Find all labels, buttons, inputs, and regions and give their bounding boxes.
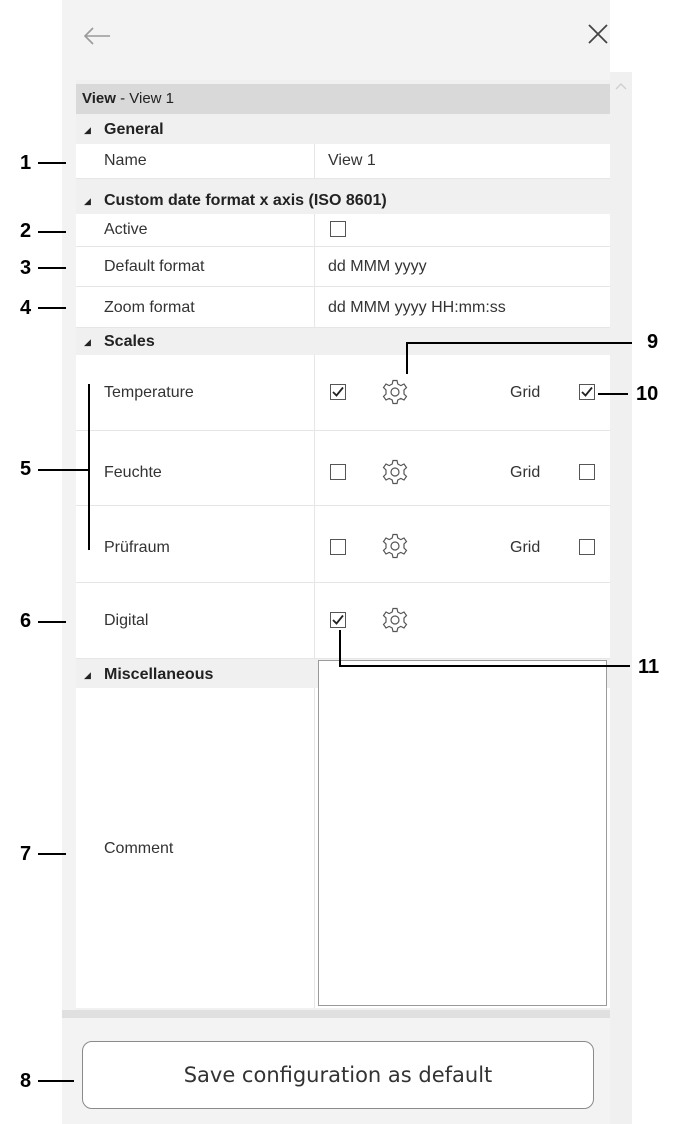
callout-line <box>38 621 66 623</box>
gear-icon[interactable] <box>382 379 408 405</box>
callout-8: 8 <box>20 1070 32 1092</box>
callout-line <box>406 342 632 344</box>
scrollbar[interactable] <box>610 72 632 1124</box>
category-general-label: General <box>104 121 164 139</box>
column-divider <box>314 506 315 582</box>
view-header: View - View 1 <box>76 84 610 114</box>
category-general[interactable]: ◢ General <box>76 118 164 142</box>
grid-checkbox-temperature[interactable] <box>579 384 595 400</box>
name-value[interactable]: View 1 <box>328 152 376 170</box>
column-divider <box>314 247 315 286</box>
scale-checkbox-temperature[interactable] <box>330 384 346 400</box>
callout-bracket <box>88 384 90 550</box>
category-misc[interactable]: ◢ Miscellaneous <box>76 663 213 687</box>
column-divider <box>314 688 315 1008</box>
active-label: Active <box>104 221 148 238</box>
column-divider <box>314 214 315 246</box>
default-format-label: Default format <box>104 258 205 275</box>
scale-label: Feuchte <box>104 464 162 481</box>
callout-line <box>339 630 341 666</box>
callout-line <box>339 665 630 667</box>
comment-label: Comment <box>104 840 174 857</box>
category-misc-label: Miscellaneous <box>104 666 214 684</box>
scale-label: Prüfraum <box>104 539 170 556</box>
callout-4: 4 <box>20 297 32 319</box>
grid-checkbox-pruefraum[interactable] <box>579 539 595 555</box>
callout-9: 9 <box>647 331 659 353</box>
gear-icon[interactable] <box>382 607 408 633</box>
callout-line <box>38 1080 74 1082</box>
column-divider <box>314 355 315 430</box>
column-divider <box>314 287 315 327</box>
top-bar <box>62 0 610 72</box>
callout-1: 1 <box>20 152 32 174</box>
view-header-type: View <box>82 90 116 107</box>
category-custom-date[interactable]: ◢ Custom date format x axis (ISO 8601) <box>76 189 387 213</box>
callout-7: 7 <box>20 843 32 865</box>
grid-label: Grid <box>510 384 541 401</box>
row-active: Active <box>76 214 610 247</box>
grid-label: Grid <box>510 539 541 556</box>
category-scales[interactable]: ◢ Scales <box>76 330 155 354</box>
callout-line <box>38 307 66 309</box>
active-checkbox[interactable] <box>330 221 346 237</box>
comment-textarea[interactable] <box>318 660 607 1006</box>
check-icon <box>581 386 593 397</box>
scale-label: Temperature <box>104 384 194 401</box>
separator <box>62 1010 610 1018</box>
callout-6: 6 <box>20 610 32 632</box>
callout-10: 10 <box>636 383 659 405</box>
callout-line <box>598 393 628 395</box>
callout-5: 5 <box>20 458 32 480</box>
column-divider <box>314 431 315 505</box>
scale-checkbox-feuchte[interactable] <box>330 464 346 480</box>
callout-11: 11 <box>638 656 660 678</box>
callout-line <box>38 231 66 233</box>
grid-checkbox-feuchte[interactable] <box>579 464 595 480</box>
column-divider <box>314 583 315 658</box>
callout-2: 2 <box>20 220 32 242</box>
callout-line <box>38 853 66 855</box>
zoom-format-label: Zoom format <box>104 299 195 316</box>
row-zoom-format: Zoom format dd MMM yyyy HH:mm:ss <box>76 287 610 328</box>
callout-line <box>406 342 408 374</box>
gear-icon[interactable] <box>382 533 408 559</box>
column-divider <box>314 144 315 178</box>
collapse-triangle-icon[interactable]: ◢ <box>84 663 98 687</box>
grid-label: Grid <box>510 464 541 481</box>
back-arrow-icon[interactable] <box>82 24 112 48</box>
check-icon <box>332 614 344 625</box>
scroll-up-icon[interactable] <box>614 80 628 92</box>
scale-row-temperature: Temperature Grid <box>76 355 610 431</box>
collapse-triangle-icon[interactable]: ◢ <box>84 189 98 213</box>
default-format-value[interactable]: dd MMM yyyy <box>328 258 427 276</box>
scale-row-pruefraum: Prüfraum Grid <box>76 506 610 583</box>
scale-row-digital: Digital <box>76 583 610 659</box>
zoom-format-value[interactable]: dd MMM yyyy HH:mm:ss <box>328 299 506 317</box>
category-custom-date-label: Custom date format x axis (ISO 8601) <box>104 192 387 210</box>
collapse-triangle-icon[interactable]: ◢ <box>84 118 98 142</box>
scale-label: Digital <box>104 612 149 629</box>
category-scales-label: Scales <box>104 333 155 351</box>
save-default-button[interactable]: Save configuration as default <box>82 1041 594 1109</box>
scale-checkbox-digital[interactable] <box>330 612 346 628</box>
callout-line <box>38 469 88 471</box>
collapse-triangle-icon[interactable]: ◢ <box>84 330 98 354</box>
gear-icon[interactable] <box>382 459 408 485</box>
name-label: Name <box>104 152 147 169</box>
callout-line <box>38 267 66 269</box>
close-icon[interactable] <box>586 22 610 46</box>
scale-row-feuchte: Feuchte Grid <box>76 431 610 506</box>
check-icon <box>332 386 344 397</box>
callout-3: 3 <box>20 257 32 279</box>
callout-line <box>38 162 66 164</box>
view-header-name: - View 1 <box>115 90 175 107</box>
row-name: Name View 1 <box>76 144 610 179</box>
scale-checkbox-pruefraum[interactable] <box>330 539 346 555</box>
row-default-format: Default format dd MMM yyyy <box>76 247 610 287</box>
